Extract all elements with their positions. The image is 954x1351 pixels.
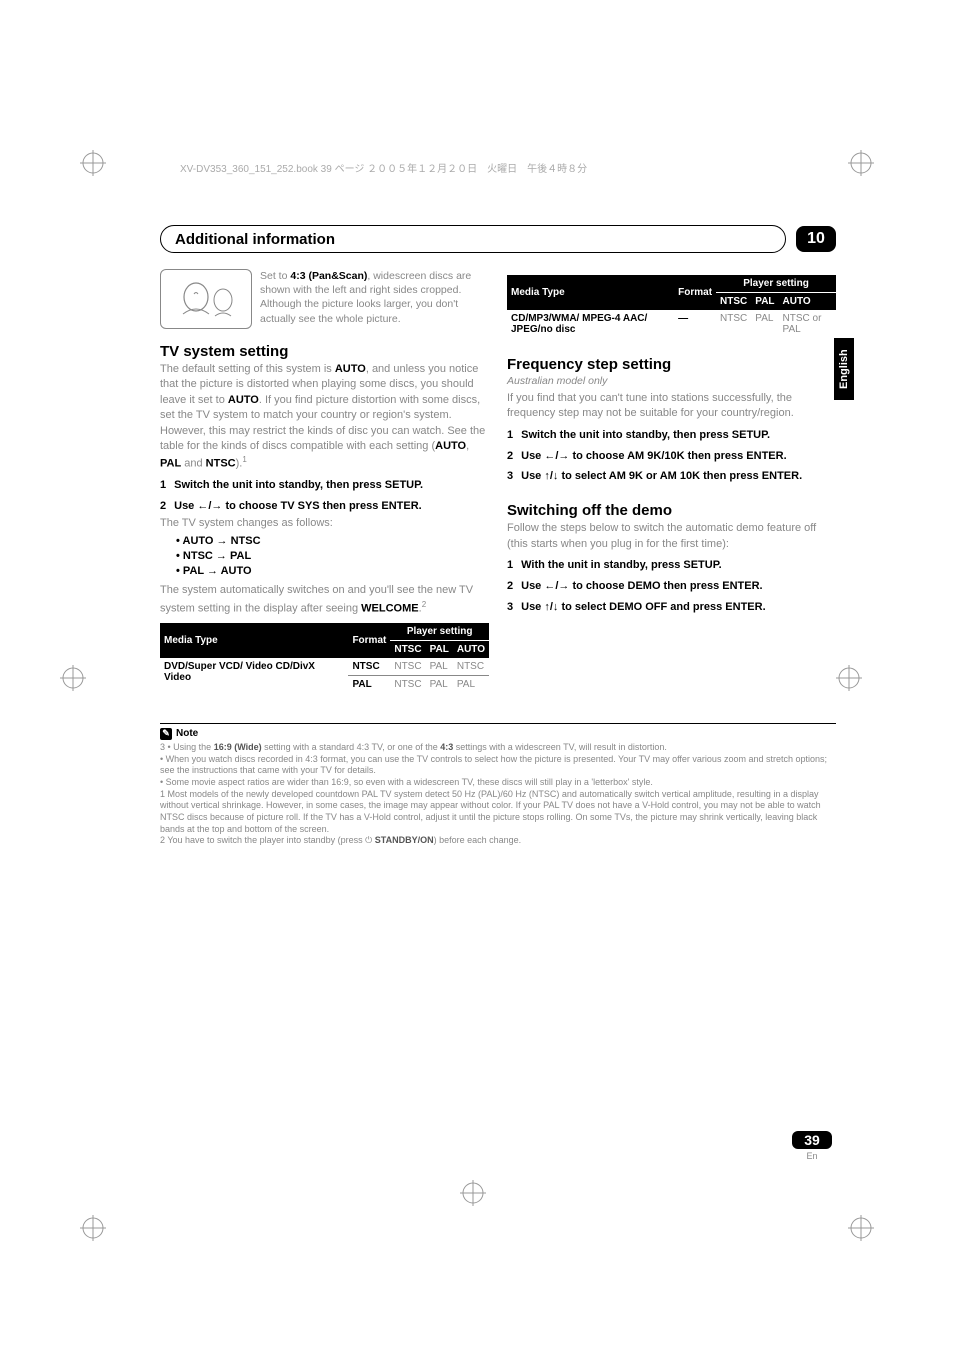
panscan-icon xyxy=(160,269,252,329)
demo-step-2: 2Use ←/→ to choose DEMO then press ENTER… xyxy=(507,579,836,594)
note-label: ✎ Note xyxy=(160,728,836,740)
th-format: Format xyxy=(348,623,390,658)
up-down-arrow-icon: ↑/↓ xyxy=(544,470,558,482)
row-label: CD/MP3/WMA/ MPEG-4 AAC/ JPEG/no disc xyxy=(507,310,674,338)
tv-bullets: AUTO → NTSC NTSC → PAL PAL → AUTO xyxy=(176,535,489,577)
left-column: Set to 4:3 (Pan&Scan), widescreen discs … xyxy=(160,269,489,693)
panscan-row: Set to 4:3 (Pan&Scan), widescreen discs … xyxy=(160,269,489,329)
page: XV-DV353_360_151_252.book 39 ページ ２００５年１２… xyxy=(0,0,954,1351)
tv-after-para: The system automatically switches on and… xyxy=(160,583,489,616)
th-ntsc: NTSC xyxy=(390,640,425,658)
freq-step-2: 2Use ←/→ to choose AM 9K/10K then press … xyxy=(507,449,836,464)
note-icon: ✎ xyxy=(160,728,172,740)
note-line-5: 2 You have to switch the player into sta… xyxy=(160,835,836,847)
panscan-bold: 4:3 (Pan&Scan) xyxy=(290,270,367,282)
left-right-arrow-icon: ←/→ xyxy=(544,580,569,592)
registration-mark-icon xyxy=(60,665,86,691)
language-side-tab: English xyxy=(834,338,854,400)
frequency-subtitle: Australian model only xyxy=(507,375,836,387)
chapter-number: 10 xyxy=(796,226,836,252)
th-pal: PAL xyxy=(426,640,453,658)
demo-heading: Switching off the demo xyxy=(507,502,836,519)
chapter-title-wrap: Additional information xyxy=(160,225,786,253)
th-player-setting: Player setting xyxy=(390,623,489,641)
th-player-setting: Player setting xyxy=(716,275,836,293)
registration-mark-icon xyxy=(460,1180,486,1206)
th-media: Media Type xyxy=(160,623,348,658)
row-label: DVD/Super VCD/ Video CD/DivX Video xyxy=(160,658,348,693)
tv-step-1: 1Switch the unit into standby, then pres… xyxy=(160,478,489,493)
doc-header-meta: XV-DV353_360_151_252.book 39 ページ ２００５年１２… xyxy=(180,160,587,175)
page-number: 39 En xyxy=(792,1131,832,1161)
left-right-arrow-icon: ←/→ xyxy=(544,450,569,462)
up-down-arrow-icon: ↑/↓ xyxy=(544,601,558,613)
th-media: Media Type xyxy=(507,275,674,310)
th-auto: AUTO xyxy=(779,293,836,311)
frequency-heading: Frequency step setting xyxy=(507,356,836,373)
freq-step-1: 1Switch the unit into standby, then pres… xyxy=(507,428,836,443)
left-right-arrow-icon: ←/→ xyxy=(197,500,222,512)
chapter-header: Additional information 10 xyxy=(160,225,836,253)
bullet-item: AUTO → NTSC xyxy=(176,535,489,547)
bullet-item: NTSC → PAL xyxy=(176,550,489,562)
tv-changes-text: The TV system changes as follows: xyxy=(160,516,489,531)
demo-step-3: 3Use ↑/↓ to select DEMO OFF and press EN… xyxy=(507,600,836,615)
right-column: Media Type Format Player setting NTSC PA… xyxy=(507,269,836,693)
registration-mark-icon xyxy=(80,150,106,176)
registration-mark-icon xyxy=(80,1215,106,1241)
freq-step-3: 3Use ↑/↓ to select AM 9K or AM 10K then … xyxy=(507,469,836,484)
note-line-3: • Some movie aspect ratios are wider tha… xyxy=(160,777,836,789)
registration-mark-icon xyxy=(848,150,874,176)
tv-system-para: The default setting of this system is AU… xyxy=(160,362,489,472)
demo-step-1: 1With the unit in standby, press SETUP. xyxy=(507,558,836,573)
panscan-prefix: Set to xyxy=(260,270,290,282)
note-line-2: • When you watch discs recorded in 4:3 f… xyxy=(160,754,836,777)
player-settings-table-right: Media Type Format Player setting NTSC PA… xyxy=(507,275,836,338)
frequency-para: If you find that you can't tune into sta… xyxy=(507,391,836,422)
bullet-item: PAL → AUTO xyxy=(176,565,489,577)
note-line-4: 1 Most models of the newly developed cou… xyxy=(160,789,836,836)
note-block: ✎ Note 3 • Using the 16:9 (Wide) setting… xyxy=(160,723,836,847)
content-columns: Set to 4:3 (Pan&Scan), widescreen discs … xyxy=(160,269,836,693)
th-ntsc: NTSC xyxy=(716,293,751,311)
th-format: Format xyxy=(674,275,716,310)
note-line-1: 3 • Using the 16:9 (Wide) setting with a… xyxy=(160,742,836,754)
registration-mark-icon xyxy=(836,665,862,691)
th-pal: PAL xyxy=(751,293,778,311)
page-lang: En xyxy=(792,1151,832,1161)
registration-mark-icon xyxy=(848,1215,874,1241)
power-icon: ⏻ xyxy=(365,835,372,845)
th-auto: AUTO xyxy=(453,640,489,658)
tv-step-2: 2Use ←/→ to choose TV SYS then press ENT… xyxy=(160,499,489,514)
panscan-text: Set to 4:3 (Pan&Scan), widescreen discs … xyxy=(260,269,489,329)
player-settings-table-left: Media Type Format Player setting NTSC PA… xyxy=(160,623,489,693)
demo-para: Follow the steps below to switch the aut… xyxy=(507,521,836,552)
page-number-value: 39 xyxy=(792,1131,832,1149)
tv-system-heading: TV system setting xyxy=(160,343,489,360)
chapter-title: Additional information xyxy=(175,231,335,248)
